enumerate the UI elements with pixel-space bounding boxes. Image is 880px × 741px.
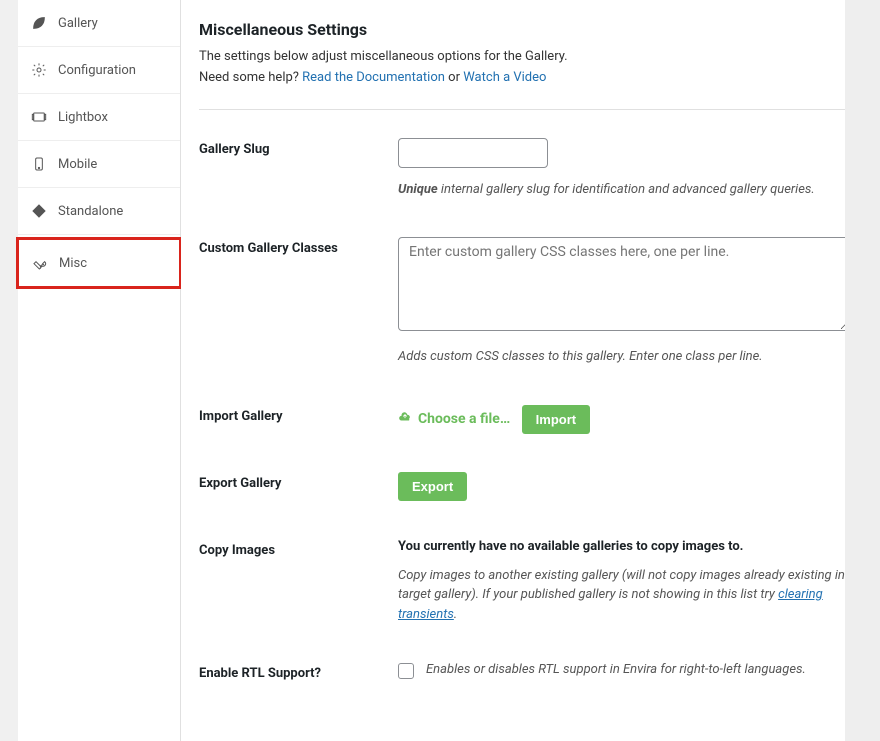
intro-text: The settings below adjust miscellaneous … (199, 47, 850, 89)
sidebar-item-misc-highlight: Misc (16, 237, 182, 289)
sidebar-item-configuration[interactable]: Configuration (18, 47, 180, 94)
sidebar-item-gallery[interactable]: Gallery (18, 0, 180, 47)
sidebar-label: Mobile (58, 157, 97, 172)
sidebar-item-mobile[interactable]: Mobile (18, 141, 180, 188)
field-label: Copy Images (199, 539, 398, 558)
page-title: Miscellaneous Settings (199, 20, 850, 39)
wrench-icon (31, 254, 49, 272)
sidebar-label: Lightbox (58, 110, 108, 125)
intro-line: The settings below adjust miscellaneous … (199, 49, 568, 64)
help-text: Copy images to another existing gallery … (398, 566, 850, 625)
help-text: Unique internal gallery slug for identif… (398, 180, 850, 200)
sidebar-label: Configuration (58, 63, 136, 78)
cloud-upload-icon (398, 410, 412, 428)
field-label: Custom Gallery Classes (199, 237, 398, 256)
custom-classes-textarea[interactable] (398, 237, 850, 331)
help-strong: Unique (398, 182, 438, 197)
gear-icon (30, 61, 48, 79)
gallery-slug-input[interactable] (398, 138, 548, 168)
rtl-checkbox[interactable] (398, 663, 414, 679)
sidebar-label: Gallery (58, 16, 98, 31)
rtl-help-text: Enables or disables RTL support in Envir… (426, 662, 806, 677)
sidebar-item-misc[interactable]: Misc (19, 240, 179, 286)
mobile-icon (30, 155, 48, 173)
field-label: Enable RTL Support? (199, 662, 398, 681)
settings-content: Miscellaneous Settings The settings belo… (181, 0, 880, 741)
field-gallery-slug: Gallery Slug Unique internal gallery slu… (199, 130, 850, 230)
settings-sidebar: Gallery Configuration Lightbox Mobile St… (18, 0, 181, 741)
field-rtl-support: Enable RTL Support? Enables or disables … (199, 654, 850, 711)
help-rest: internal gallery slug for identification… (438, 182, 815, 197)
copy-images-message: You currently have no available gallerie… (398, 539, 850, 554)
diamond-icon (30, 202, 48, 220)
field-export-gallery: Export Gallery Export (199, 464, 850, 531)
watch-video-link[interactable]: Watch a Video (463, 70, 546, 85)
help-text: Adds custom CSS classes to this gallery.… (398, 347, 850, 367)
export-button[interactable]: Export (398, 472, 467, 501)
field-copy-images: Copy Images You currently have no availa… (199, 531, 850, 655)
divider (199, 109, 850, 110)
read-documentation-link[interactable]: Read the Documentation (302, 70, 445, 85)
choose-file-label: Choose a file… (418, 411, 510, 427)
field-label: Gallery Slug (199, 138, 398, 157)
sidebar-item-lightbox[interactable]: Lightbox (18, 94, 180, 141)
field-import-gallery: Import Gallery Choose a file… Import (199, 397, 850, 464)
import-button[interactable]: Import (522, 405, 590, 434)
sidebar-item-standalone[interactable]: Standalone (18, 188, 180, 235)
intro-or: or (445, 70, 463, 85)
sidebar-label: Misc (59, 256, 87, 271)
sidebar-label: Standalone (58, 204, 123, 219)
lightbox-icon (30, 108, 48, 126)
field-custom-classes: Custom Gallery Classes Adds custom CSS c… (199, 229, 850, 397)
choose-file-button[interactable]: Choose a file… (398, 410, 510, 428)
field-label: Import Gallery (199, 405, 398, 424)
intro-help-prefix: Need some help? (199, 70, 302, 85)
field-label: Export Gallery (199, 472, 398, 491)
help-part: . (454, 607, 457, 622)
leaf-icon (30, 14, 48, 32)
